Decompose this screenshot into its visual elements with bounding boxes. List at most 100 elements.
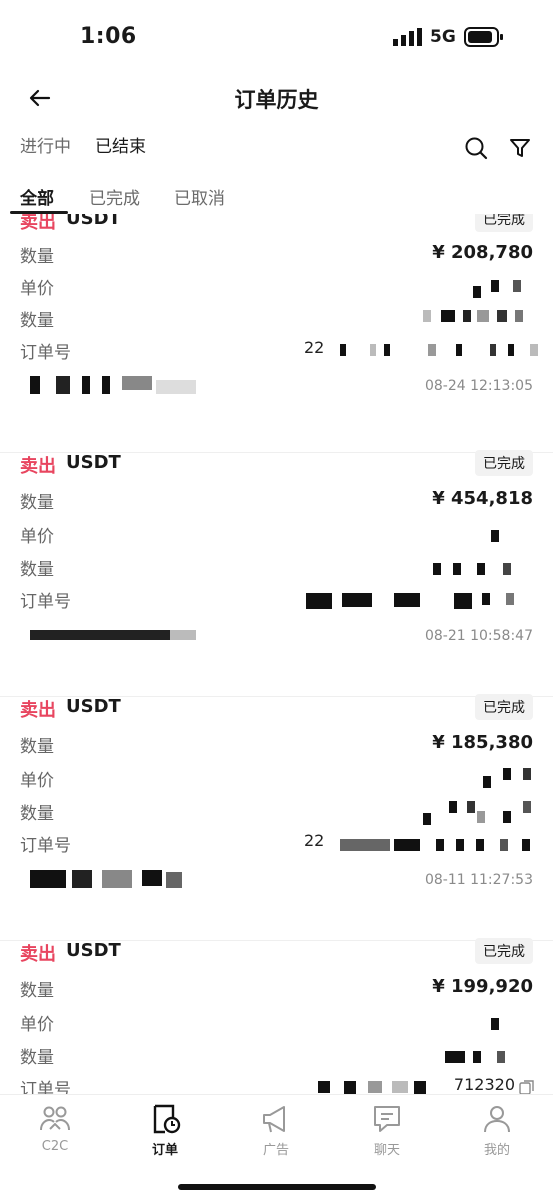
filter-button[interactable] — [506, 134, 534, 162]
order-side: 卖出 — [20, 944, 56, 965]
amount-label: 数量 — [20, 247, 54, 267]
tab-in-progress[interactable]: 进行中 — [20, 132, 71, 157]
order-side: 卖出 — [20, 456, 56, 477]
nav-label: 订单 — [151, 1143, 178, 1158]
nav-header: 订单历史 — [0, 76, 553, 120]
tab-finished[interactable]: 已结束 — [95, 132, 146, 157]
price-row: 单价 — [0, 522, 553, 548]
order-clock-icon — [153, 1104, 181, 1134]
nav-me[interactable]: 我的 — [452, 1103, 542, 1163]
order-list[interactable]: 卖出 USDT 已完成 数量 ¥ 208,780 单价 数量 订单号 22 08… — [0, 214, 553, 1094]
signal-icon — [393, 28, 422, 46]
order-number-label: 订单号 — [20, 592, 71, 612]
price-row: 单价 — [0, 1010, 553, 1036]
order-card[interactable]: 卖出 USDT 已完成 数量 ¥ 185,380 单价 数量 订单号 22 08… — [0, 694, 553, 941]
nav-chat[interactable]: 聊天 — [342, 1103, 432, 1163]
order-number-label: 订单号 — [20, 836, 71, 856]
people-icon — [40, 1106, 70, 1131]
price-row: 单价 — [0, 766, 553, 792]
order-card[interactable]: 卖出 USDT 已完成 数量 ¥ 454,818 单价 数量 订单号 08-21… — [0, 450, 553, 697]
price-label: 单价 — [20, 1015, 54, 1035]
quantity-row: 数量 — [0, 799, 553, 825]
amount-row: 数量 ¥ 454,818 — [0, 488, 553, 514]
price-label: 单价 — [20, 771, 54, 791]
redacted-mosaic — [340, 344, 540, 360]
nav-c2c[interactable]: C2C — [10, 1103, 100, 1163]
amount-value: ¥ 185,380 — [432, 732, 533, 753]
status-time: 1:06 — [80, 24, 137, 49]
redacted-mosaic — [483, 768, 533, 788]
order-time: 08-21 10:58:47 — [424, 628, 533, 644]
order-number-row: 订单号 22 — [0, 338, 553, 364]
order-time: 08-11 11:27:53 — [424, 872, 533, 888]
redacted-mosaic — [433, 563, 533, 579]
amount-row: 数量 ¥ 199,920 — [0, 976, 553, 1002]
quantity-row: 数量 — [0, 1043, 553, 1069]
filter-cancelled[interactable]: 已取消 — [174, 184, 225, 209]
price-label: 单价 — [20, 279, 54, 299]
battery-icon — [464, 27, 503, 47]
status-badge: 已完成 — [475, 938, 533, 964]
person-icon — [484, 1106, 510, 1133]
amount-row: 数量 ¥ 185,380 — [0, 732, 553, 758]
redacted-name — [30, 374, 200, 398]
filter-icon — [510, 139, 530, 157]
order-number-row: 订单号 22 — [0, 831, 553, 857]
status-badge: 已完成 — [475, 214, 533, 232]
redacted-mosaic — [491, 1018, 501, 1034]
quantity-row: 数量 — [0, 306, 553, 332]
redacted-name — [30, 624, 200, 648]
amount-label: 数量 — [20, 981, 54, 1001]
nav-ads[interactable]: 广告 — [231, 1103, 321, 1163]
order-number-label: 订单号 — [20, 343, 71, 363]
copy-icon[interactable] — [519, 1079, 535, 1094]
order-time: 08-24 12:13:05 — [424, 378, 533, 394]
order-asset: USDT — [66, 696, 121, 717]
order-card[interactable]: 卖出 USDT 已完成 数量 ¥ 208,780 单价 数量 订单号 22 08… — [0, 214, 553, 453]
amount-label: 数量 — [20, 493, 54, 513]
order-asset: USDT — [66, 452, 121, 473]
amount-value: ¥ 199,920 — [432, 976, 533, 997]
nav-label: 广告 — [262, 1143, 289, 1158]
search-button[interactable] — [462, 134, 490, 162]
redacted-mosaic — [318, 1081, 438, 1094]
redacted-mosaic — [423, 801, 533, 827]
nav-orders[interactable]: 订单 — [120, 1103, 210, 1163]
redacted-mosaic — [445, 1051, 509, 1067]
amount-value: ¥ 208,780 — [432, 242, 533, 263]
nav-label: 我的 — [483, 1143, 510, 1158]
order-side: 卖出 — [20, 214, 56, 233]
quantity-label: 数量 — [20, 804, 54, 824]
order-number-partial: 22 — [304, 338, 325, 357]
nav-label: C2C — [41, 1139, 69, 1154]
price-row: 单价 — [0, 274, 553, 300]
order-card[interactable]: 卖出 USDT 已完成 数量 ¥ 199,920 单价 数量 订单号 71232… — [0, 938, 553, 1094]
filter-completed[interactable]: 已完成 — [89, 184, 140, 209]
status-bar: 1:06 5G — [0, 0, 553, 76]
search-icon — [465, 137, 488, 160]
quantity-label: 数量 — [20, 1048, 54, 1068]
redacted-mosaic — [306, 593, 536, 611]
filter-tabs: 全部 已完成 已取消 — [0, 178, 553, 214]
order-asset: USDT — [66, 214, 121, 229]
megaphone-icon — [263, 1106, 285, 1133]
order-asset: USDT — [66, 940, 121, 961]
chat-icon — [374, 1106, 400, 1132]
home-indicator[interactable] — [178, 1184, 376, 1190]
nav-label: 聊天 — [373, 1143, 400, 1158]
amount-label: 数量 — [20, 737, 54, 757]
redacted-mosaic — [473, 280, 533, 298]
order-number-row: 订单号 — [0, 587, 553, 613]
order-number-partial: 712320 — [453, 1075, 515, 1094]
network-label: 5G — [430, 27, 456, 47]
quantity-label: 数量 — [20, 311, 54, 331]
order-side: 卖出 — [20, 700, 56, 721]
order-number-row: 订单号 712320 — [0, 1075, 553, 1094]
price-label: 单价 — [20, 527, 54, 547]
status-badge: 已完成 — [475, 450, 533, 476]
page-title: 订单历史 — [234, 88, 319, 112]
filter-all[interactable]: 全部 — [20, 184, 54, 209]
redacted-mosaic — [340, 839, 540, 855]
amount-row: 数量 ¥ 208,780 — [0, 242, 553, 268]
amount-value: ¥ 454,818 — [432, 488, 533, 509]
